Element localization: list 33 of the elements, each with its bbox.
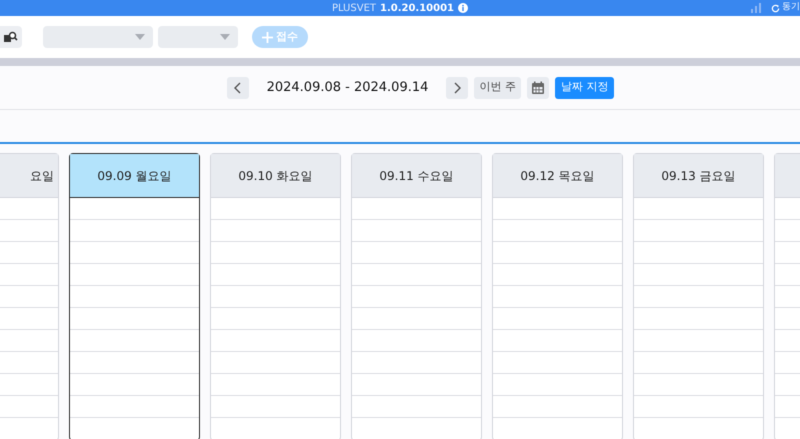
dropdown-field[interactable] [43, 26, 153, 48]
app-name: PLUSVET [332, 2, 376, 16]
chevron-left-icon [234, 82, 242, 94]
day-label: 09.11 수요일 [379, 168, 454, 184]
signal-icon [751, 3, 761, 13]
calendar-icon [530, 80, 545, 94]
calendar-button[interactable] [526, 76, 549, 98]
search-icon [4, 31, 18, 43]
day-header[interactable]: 09.12 목요일 [493, 154, 622, 198]
day-label: 09.13 금요일 [661, 168, 736, 184]
plus-icon [262, 32, 273, 42]
day-header[interactable]: 09.13 금요일 [634, 154, 763, 198]
day-label: 09.09 월요일 [97, 168, 172, 184]
chevron-right-icon [454, 82, 461, 94]
day-header[interactable]: 09.10 화요일 [211, 154, 340, 198]
this-week-button[interactable]: 이번 주 [474, 76, 521, 98]
search-button[interactable] [0, 26, 22, 48]
previous-week-button[interactable] [226, 76, 249, 98]
day-label: 09.10 화요일 [238, 168, 313, 184]
sync-button[interactable]: 동기 [771, 1, 800, 15]
day-header[interactable]: 요일 [0, 154, 58, 198]
day-label: 09.12 목요일 [520, 168, 595, 184]
day-header[interactable]: 09.11 수요일 [352, 154, 481, 198]
refresh-icon [771, 4, 780, 12]
app-version: 1.0.20.10001 [380, 2, 454, 16]
day-header[interactable]: 09.09 월요일 [70, 154, 199, 198]
caret-icon [135, 34, 145, 40]
info-icon[interactable] [458, 3, 468, 13]
dropdown-field[interactable] [158, 26, 238, 48]
day-label: 요일 [30, 168, 54, 184]
next-week-button[interactable] [446, 76, 468, 98]
caret-icon [220, 34, 230, 40]
date-range: 2024.09.08 - 2024.09.14 [266, 78, 430, 97]
